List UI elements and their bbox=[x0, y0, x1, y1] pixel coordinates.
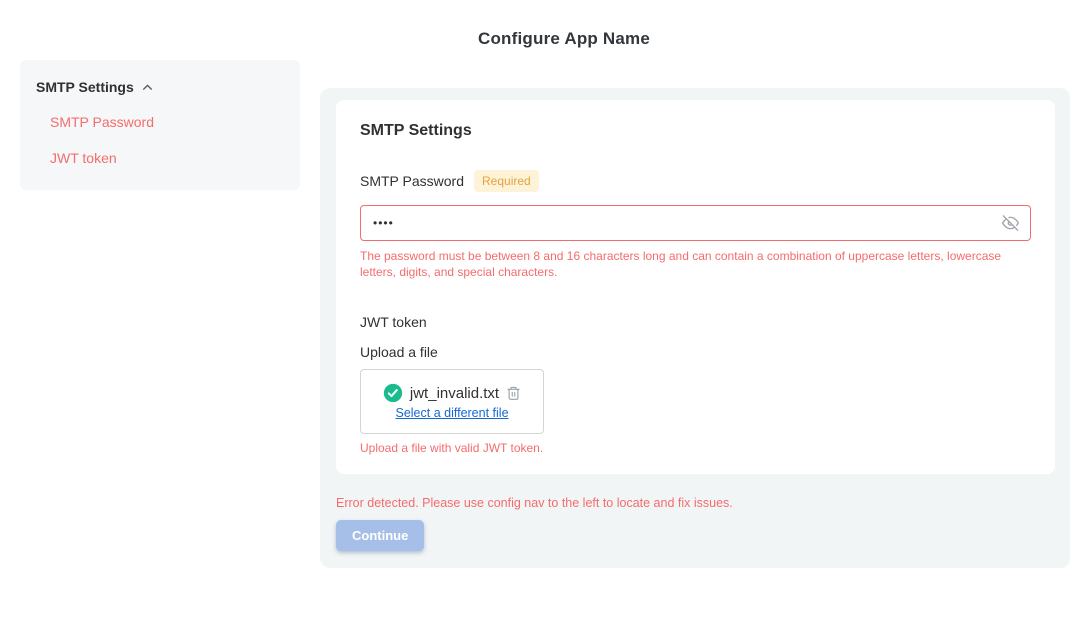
jwt-token-label: JWT token bbox=[360, 314, 1031, 330]
upload-file-label: Upload a file bbox=[360, 344, 1031, 360]
eye-off-icon bbox=[1002, 220, 1019, 235]
form-error-banner: Error detected. Please use config nav to… bbox=[336, 496, 733, 510]
required-badge: Required bbox=[474, 170, 539, 192]
select-different-file-link[interactable]: Select a different file bbox=[395, 406, 508, 420]
sidebar-item-jwt-token[interactable]: JWT token bbox=[50, 150, 284, 166]
check-circle-icon bbox=[383, 383, 403, 403]
sidebar-section-label: SMTP Settings bbox=[36, 79, 134, 95]
sidebar-section-smtp-settings[interactable]: SMTP Settings bbox=[36, 79, 284, 95]
page-title: Configure App Name bbox=[40, 29, 1088, 49]
jwt-validation-error: Upload a file with valid JWT token. bbox=[360, 441, 1031, 455]
smtp-password-label: SMTP Password bbox=[360, 173, 464, 189]
config-nav-sidebar: SMTP Settings SMTP Password JWT token bbox=[20, 60, 300, 190]
file-upload-box: jwt_invalid.txt Select a different file bbox=[360, 369, 544, 434]
delete-file-button[interactable] bbox=[506, 385, 521, 401]
continue-button[interactable]: Continue bbox=[336, 520, 424, 551]
password-validation-error: The password must be between 8 and 16 ch… bbox=[360, 248, 1020, 280]
config-panel: SMTP Settings SMTP Password Required The… bbox=[320, 88, 1070, 568]
sidebar-item-smtp-password[interactable]: SMTP Password bbox=[50, 114, 284, 130]
toggle-password-visibility-button[interactable] bbox=[1000, 213, 1021, 234]
smtp-settings-card: SMTP Settings SMTP Password Required The… bbox=[336, 100, 1055, 474]
smtp-password-input[interactable] bbox=[360, 205, 1031, 241]
uploaded-file-name: jwt_invalid.txt bbox=[410, 385, 499, 402]
card-heading: SMTP Settings bbox=[360, 122, 1031, 140]
chevron-up-icon bbox=[141, 81, 154, 94]
trash-icon bbox=[506, 385, 521, 401]
